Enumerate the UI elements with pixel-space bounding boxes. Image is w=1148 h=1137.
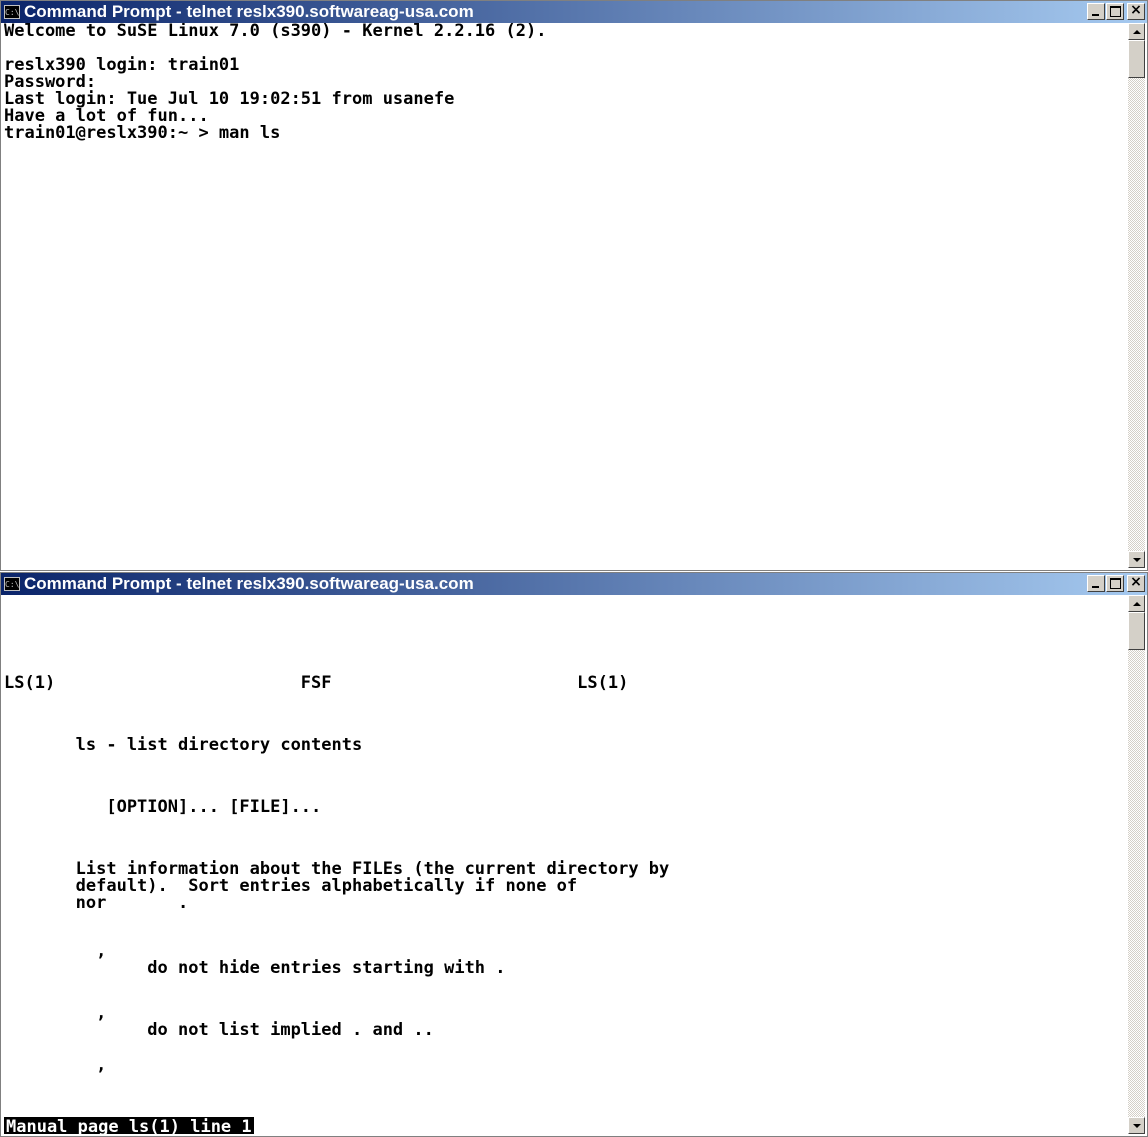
console-line: nor . [4, 893, 189, 913]
window-title: Command Prompt - telnet reslx390.softwar… [24, 574, 474, 593]
arrow-up-icon [1133, 30, 1141, 34]
pager-status-line: Manual page ls(1) line 1 [4, 1117, 254, 1134]
console-area[interactable]: Welcome to SuSE Linux 7.0 (s390) - Kerne… [4, 23, 1127, 568]
console-icon: C:\ [4, 5, 20, 19]
arrow-down-icon [1133, 558, 1141, 562]
maximize-button[interactable] [1106, 3, 1124, 20]
scroll-thumb[interactable] [1128, 612, 1145, 650]
window-title-bar[interactable]: C:\ Command Prompt - telnet reslx390.sof… [1, 573, 1147, 595]
console-line: train01@reslx390:~ > man ls [4, 123, 281, 143]
console-line: do not list implied . and .. [4, 1020, 434, 1040]
window-title-bar[interactable]: C:\ Command Prompt - telnet reslx390.sof… [1, 1, 1147, 23]
console-icon: C:\ [4, 577, 20, 591]
command-prompt-window-2: C:\ Command Prompt - telnet reslx390.sof… [0, 572, 1148, 1137]
maximize-icon [1110, 578, 1121, 589]
scroll-thumb[interactable] [1128, 40, 1145, 78]
scroll-up-button[interactable] [1128, 595, 1145, 612]
console-line: do not hide entries starting with . [4, 958, 506, 978]
pager-status: Manual page ls(1) line 1 [4, 1117, 254, 1134]
console-line: ls - list directory contents [4, 735, 363, 755]
scroll-up-button[interactable] [1128, 23, 1145, 40]
close-button[interactable]: × [1127, 574, 1145, 592]
window-title: Command Prompt - telnet reslx390.softwar… [24, 2, 474, 21]
vertical-scrollbar[interactable] [1128, 23, 1145, 568]
console-line: Welcome to SuSE Linux 7.0 (s390) - Kerne… [4, 23, 547, 41]
close-icon: × [1130, 574, 1142, 590]
scroll-down-button[interactable] [1128, 1117, 1145, 1134]
close-icon: × [1130, 2, 1142, 18]
arrow-up-icon [1133, 602, 1141, 606]
minimize-icon [1092, 586, 1099, 588]
arrow-down-icon [1133, 1124, 1141, 1128]
close-button[interactable]: × [1127, 2, 1145, 20]
maximize-icon [1110, 6, 1121, 17]
man-header-line: LS(1) FSF LS(1) [4, 673, 629, 693]
scroll-down-button[interactable] [1128, 551, 1145, 568]
minimize-icon [1092, 14, 1099, 16]
command-prompt-window-1: C:\ Command Prompt - telnet reslx390.sof… [0, 0, 1148, 571]
console-area[interactable]: LS(1) FSF LS(1) ls - list directory cont… [4, 595, 1127, 1134]
console-line: [OPTION]... [FILE]... [4, 797, 322, 817]
console-line: , [4, 1055, 107, 1075]
maximize-button[interactable] [1106, 575, 1124, 592]
minimize-button[interactable] [1087, 3, 1105, 20]
vertical-scrollbar[interactable] [1128, 595, 1145, 1134]
minimize-button[interactable] [1087, 575, 1105, 592]
